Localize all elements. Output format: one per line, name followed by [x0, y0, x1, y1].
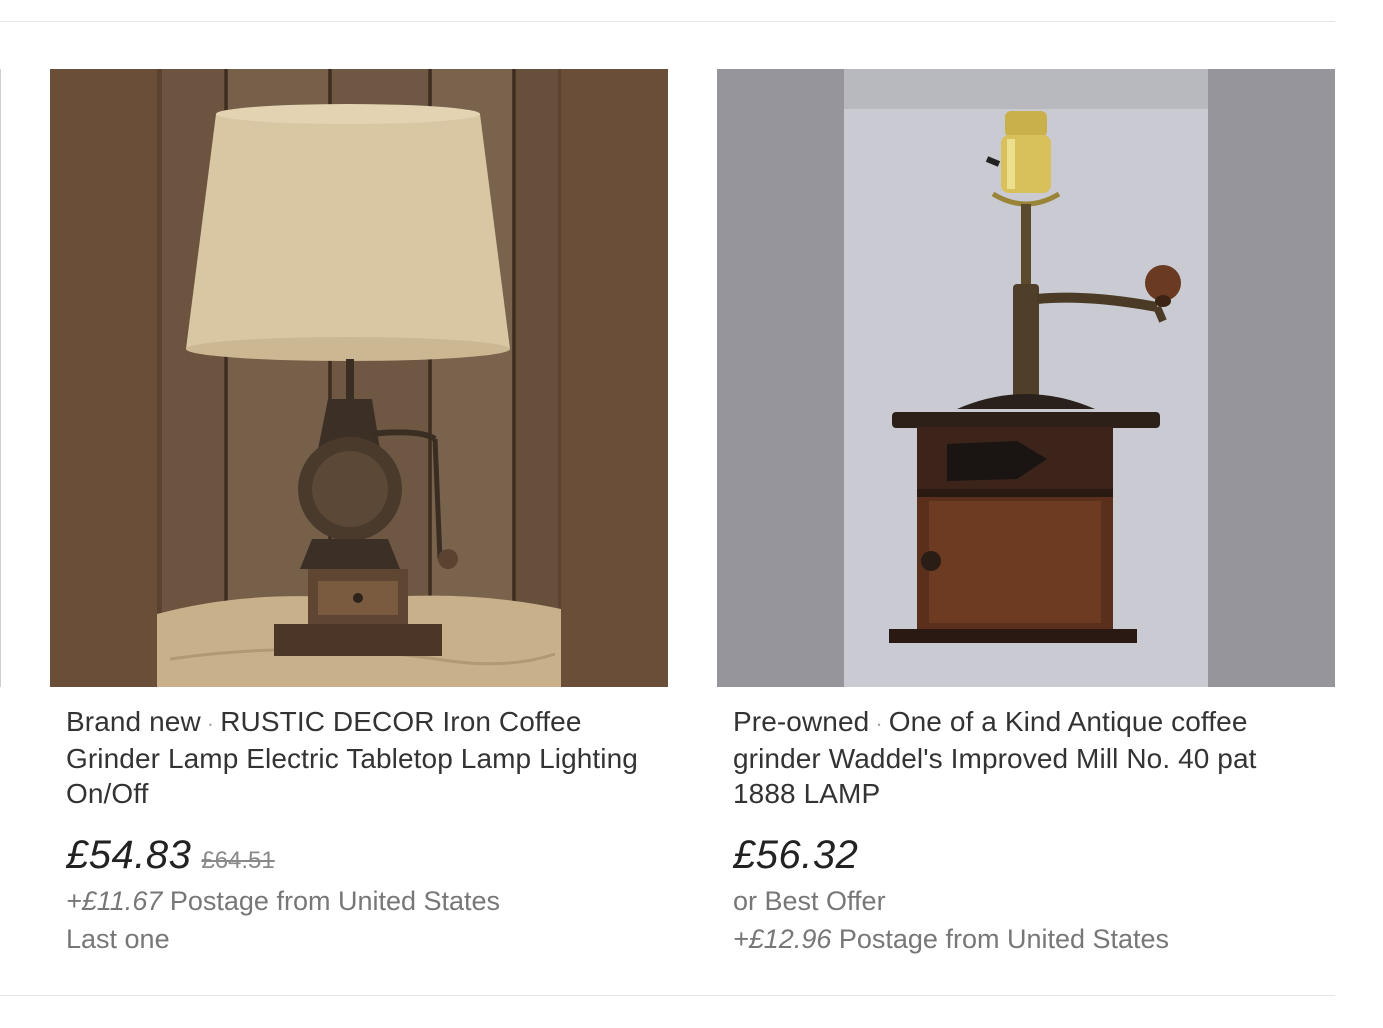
listing-title[interactable]: Brand new · RUSTIC DECOR Iron Coffee Grind…: [66, 704, 652, 811]
postage-info: +£12.96 Postage from United States: [733, 920, 1319, 958]
postage-amount: +£12.96: [733, 924, 832, 954]
previous-card-edge: [0, 69, 1, 687]
price: £56.32: [733, 833, 859, 877]
bottom-divider: [0, 995, 1335, 996]
condition-label: Brand new: [66, 706, 201, 737]
separator-dot: ·: [206, 711, 215, 736]
postage-amount: +£11.67: [66, 886, 163, 916]
grinder-lamp-photo-icon: [717, 69, 1335, 687]
listing-image[interactable]: [717, 69, 1335, 687]
table-lamp-photo-icon: [50, 69, 668, 687]
stock-note: Last one: [66, 924, 170, 954]
listing-card[interactable]: Pre-owned · One of a Kind Antique coffee g…: [717, 69, 1335, 958]
postage-text: Postage from United States: [838, 924, 1170, 954]
best-offer-label: or Best Offer: [733, 886, 886, 916]
price: £54.83: [66, 833, 192, 877]
listing-card[interactable]: Brand new · RUSTIC DECOR Iron Coffee Grind…: [50, 69, 668, 958]
listing-title[interactable]: Pre-owned · One of a Kind Antique coffee g…: [733, 704, 1319, 811]
listing-image[interactable]: [50, 69, 668, 687]
postage-info: +£11.67 Postage from United States: [66, 882, 652, 920]
top-divider: [0, 21, 1335, 22]
condition-label: Pre-owned: [733, 706, 870, 737]
postage-text: Postage from United States: [169, 886, 501, 916]
original-price: £64.51: [201, 847, 275, 874]
separator-dot: ·: [875, 711, 883, 736]
